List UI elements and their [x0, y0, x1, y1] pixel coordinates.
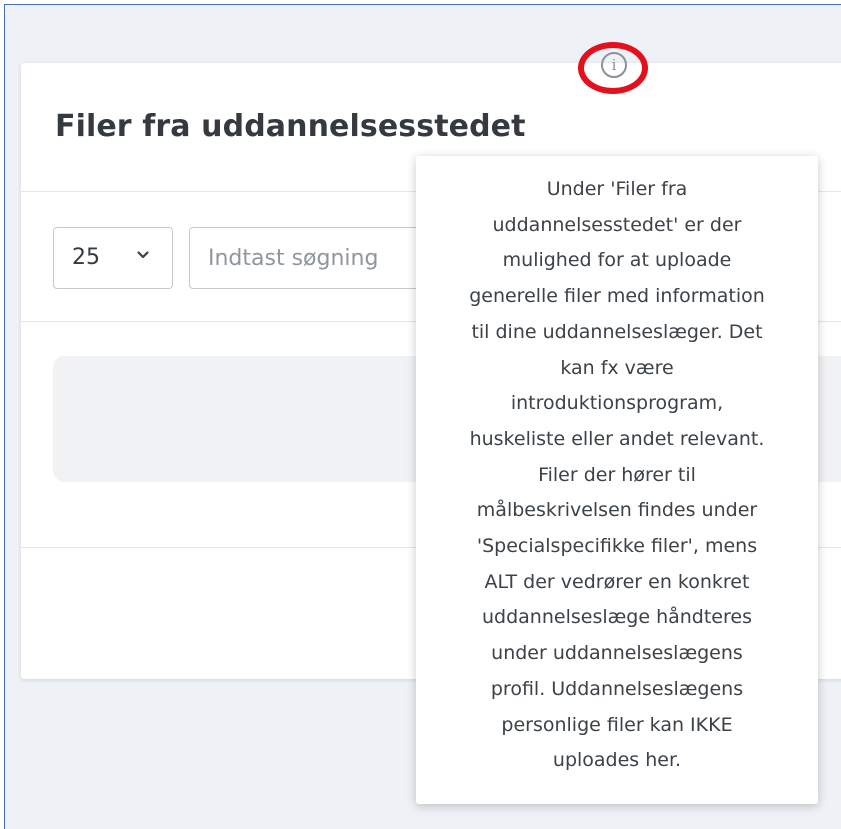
page-size-value: 25	[72, 245, 100, 270]
tooltip-text: Under 'Filer fra uddannelsesstedet' er de…	[430, 172, 804, 779]
tooltip-line: kan fx være	[560, 356, 674, 379]
tooltip-line: mulighed for at uploade	[502, 249, 732, 272]
tooltip-line: til dine uddannelseslæger. Det	[471, 320, 763, 343]
tooltip-line: huskeliste eller andet relevant.	[469, 427, 765, 450]
tooltip-line: ALT der vedrører en konkret	[484, 570, 750, 593]
tooltip-line: generelle filer med information	[469, 285, 765, 308]
tooltip-line: introduktionsprogram,	[510, 392, 724, 415]
info-tooltip: Under 'Filer fra uddannelsesstedet' er de…	[416, 156, 818, 804]
tooltip-line: profil. Uddannelseslægens	[490, 677, 744, 700]
page-size-select[interactable]: 25	[53, 227, 173, 289]
tooltip-line: under uddannelseslægens	[491, 642, 743, 665]
tooltip-line: uddannelsesstedet' er der	[492, 213, 742, 236]
info-icon[interactable]: i	[601, 52, 627, 78]
tooltip-line: Under 'Filer fra	[546, 178, 688, 200]
card-title: Filer fra uddannelsesstedet	[55, 109, 526, 144]
tooltip-line: 'Specialspecifikke filer', mens	[476, 535, 758, 558]
tooltip-line: Filer der hører til	[538, 463, 696, 486]
tooltip-line: personlige filer kan IKKE	[501, 713, 733, 736]
tooltip-line: uploades her.	[552, 749, 682, 772]
chevron-down-icon	[137, 251, 149, 259]
tooltip-line: målbeskrivelsen findes under	[476, 499, 758, 522]
tooltip-line: uddannelseslæge håndteres	[482, 606, 752, 629]
